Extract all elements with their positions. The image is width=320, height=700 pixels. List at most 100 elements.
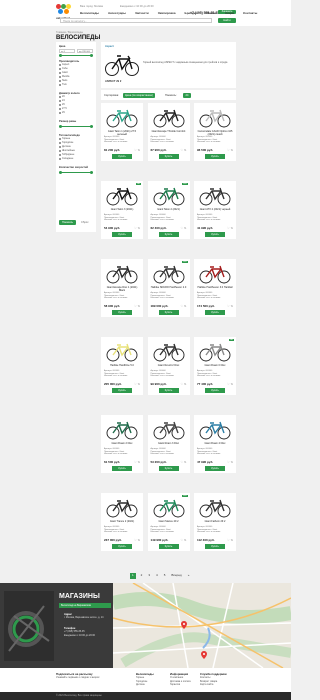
compare-icon[interactable]: ⇅ [230,148,233,152]
product-name[interactable]: Giant Roam 4 Disc [197,442,233,445]
breadcrumb[interactable]: Главная / Велосипеды [56,31,83,34]
compare-icon[interactable]: ⇅ [137,538,140,542]
nav-item[interactable]: Аксессуары [108,11,126,16]
nav-item[interactable]: Статьи [205,11,215,16]
compare-icon[interactable]: ⇅ [230,538,233,542]
show-count-select[interactable]: 24 [183,92,191,98]
brand-option[interactable]: Trek [59,83,67,87]
compare-icon[interactable]: ⇅ [184,148,187,152]
bike-image[interactable] [199,186,231,206]
map-pin-icon[interactable] [181,621,187,629]
compare-icon[interactable]: ⇅ [230,460,233,464]
search-button[interactable]: Найти [218,18,236,23]
product-name[interactable]: Giant Talon 2 (2021) [151,208,187,211]
bike-image[interactable] [153,264,185,284]
bike-image[interactable] [106,498,138,518]
compare-icon[interactable]: ⇅ [230,226,233,230]
price-from-input[interactable]: от 0 [59,49,75,53]
product-name[interactable]: Giant Talon 3 (2021) [104,208,140,211]
buy-button[interactable]: Купить [158,310,179,315]
product-card[interactable]: Giant Escape Disc 1 (2021) Black Артикул… [101,259,143,317]
compare-icon[interactable]: ⇅ [137,226,140,230]
bike-image[interactable] [153,186,185,206]
compare-icon[interactable]: ⇅ [184,460,187,464]
page-link[interactable]: 4 [155,573,159,578]
bike-image[interactable] [199,342,231,362]
type-option[interactable]: Складные [59,157,73,161]
bike-image[interactable] [153,108,185,128]
favorite-icon[interactable]: ♡ [180,304,183,308]
buy-button[interactable]: Купить [158,544,179,549]
bike-image[interactable] [106,108,138,128]
product-name[interactable]: Giant Fathom 29 2 [197,520,233,523]
bike-image[interactable] [153,498,185,518]
favorite-icon[interactable]: ♡ [180,538,183,542]
product-name[interactable]: Giant ATX 2 (2021) черный [197,208,233,211]
compare-icon[interactable]: ⇅ [137,148,140,152]
bike-image[interactable] [106,420,138,440]
compare-icon[interactable]: ⇅ [230,304,233,308]
city-info[interactable]: Ваш город: Москва [80,5,103,8]
product-card[interactable]: Haibike HardSeven 3.0 Hardtail Артикул: … [194,259,236,317]
price-slider[interactable] [59,54,93,57]
product-name[interactable]: Giant Roam 0 Disc [197,364,233,367]
product-name[interactable]: Giant Trance 2 (2021) [104,520,140,523]
buy-button[interactable]: Купить [205,388,225,393]
product-card[interactable]: Cannondale CAAD Optimo 105 (2021) синий … [194,103,236,161]
product-card[interactable]: Giant Revolt 2 Disc Артикул: 000000 Произ… [147,337,190,395]
compare-icon[interactable]: ⇅ [137,304,140,308]
product-card[interactable]: Giant Roam 3 Disc Артикул: 000000 Произво… [147,415,190,473]
product-card[interactable]: Giant Trance 2 (2021) Артикул: 000000 Про… [101,493,143,551]
buy-button[interactable]: Купить [205,466,225,471]
compare-icon[interactable]: ⇅ [184,226,187,230]
bike-image[interactable] [199,108,231,128]
product-card[interactable]: Хит Giant Stance 29 2 Артикул: 000000 Про… [147,493,190,551]
product-name[interactable]: Giant Revolt 2 Disc [151,364,187,367]
page-link[interactable]: 3 [147,573,151,578]
footer-link[interactable]: Гарантия [170,683,191,687]
favorite-icon[interactable]: ♡ [180,226,183,230]
wheel-option[interactable]: 29 [59,111,65,115]
bike-image[interactable] [199,420,231,440]
map-pin-icon[interactable] [201,651,207,659]
product-name[interactable]: Giant Stance 29 2 [151,520,187,523]
buy-button[interactable]: Купить [112,466,132,471]
buy-button[interactable]: Купить [158,466,179,471]
favorite-icon[interactable]: ♡ [180,148,183,152]
page-link[interactable]: 5 [163,573,167,578]
product-card[interactable]: Хит Giant Roam 0 Disc Артикул: 000000 Про… [194,337,236,395]
sort-select[interactable]: Цена (по возрастанию) [123,92,155,98]
bike-image[interactable] [106,186,138,206]
speed-slider[interactable] [59,171,93,174]
product-card[interactable]: Giant Fathom 29 2 Артикул: 000000 Произво… [194,493,236,551]
compare-icon[interactable]: ⇅ [184,382,187,386]
buy-button[interactable]: Купить [112,232,132,237]
footer-link[interactable]: Детские [136,683,154,687]
promo-banner[interactable]: Aspect ASPECT 29 2 Горный велосипед ASPE… [101,42,236,88]
product-card[interactable]: Giant ATX 2 (2021) черный Артикул: 00000… [194,181,236,239]
favorite-icon[interactable]: ♡ [180,382,183,386]
frame-slider[interactable] [59,125,93,128]
product-card[interactable]: Хит Haibike SDURO HardSeven 2.0 Артикул:… [147,259,190,317]
buy-button[interactable]: Купить [158,232,179,237]
nav-item[interactable]: Запчасти [135,11,149,16]
product-name[interactable]: Giant Roam 3 Disc [151,442,187,445]
buy-button[interactable]: Купить [112,388,132,393]
product-card[interactable]: Giant Escape Throttle Comfort Артикул: 0… [147,103,190,161]
bike-image[interactable] [106,264,138,284]
buy-button[interactable]: Купить [112,154,132,159]
search-input[interactable]: Поиск по каталогу... [60,18,212,23]
bike-image[interactable] [153,420,185,440]
nav-item[interactable]: Велосипеды [80,11,99,16]
buy-button[interactable]: Купить [158,154,179,159]
buy-button[interactable]: Купить [112,310,132,315]
bike-image[interactable] [199,498,231,518]
nav-item[interactable]: Экипировка [158,11,176,16]
buy-button[interactable]: Купить [205,544,225,549]
compare-icon[interactable]: ⇅ [230,382,233,386]
last-page-link[interactable]: » [187,573,191,578]
product-name[interactable]: Haibike HardSeven 3.0 Hardtail [197,286,233,289]
compare-icon[interactable]: ⇅ [184,538,187,542]
nav-item[interactable]: Бренды [185,11,197,16]
price-to-input[interactable]: до 299 000 [77,49,93,53]
